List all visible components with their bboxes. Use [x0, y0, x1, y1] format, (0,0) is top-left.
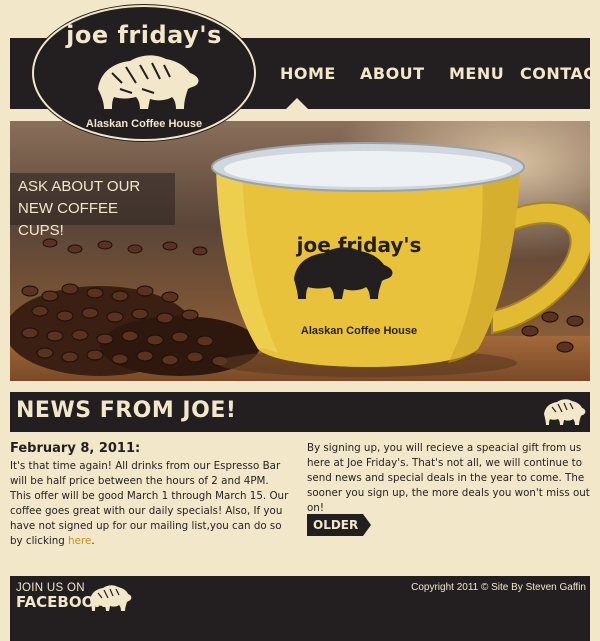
- bear-icon[interactable]: [88, 582, 132, 612]
- page: joe friday's Alaskan Coffee House HOME A…: [0, 0, 600, 641]
- news-title: NEWS FROM JOE!: [16, 398, 237, 423]
- site-logo[interactable]: joe friday's Alaskan Coffee House: [32, 5, 256, 141]
- post-date: February 8, 2011:: [10, 441, 141, 456]
- bear-icon: [98, 55, 199, 109]
- hero-caption: ASK ABOUT OUR NEW COFFEE CUPS!: [10, 173, 175, 239]
- nav-active-indicator: [286, 98, 308, 109]
- hero-caption-line1: ASK ABOUT OUR: [18, 178, 141, 195]
- post-end: .: [91, 535, 95, 547]
- cup-logo-subtitle: Alaskan Coffee House: [300, 325, 418, 337]
- nav-menu[interactable]: MENU: [449, 64, 504, 83]
- news-aside: By signing up, you will recieve a speaci…: [307, 441, 591, 516]
- nav-contact[interactable]: CONTACT: [520, 64, 600, 83]
- bear-icon: [544, 399, 586, 425]
- signup-link[interactable]: here: [68, 535, 91, 547]
- logo-subtitle: Alaskan Coffee House: [85, 118, 203, 130]
- post-body: It's that time again! All drinks from ou…: [10, 459, 290, 549]
- news-header: NEWS FROM JOE!: [10, 392, 590, 432]
- signup-promo-text: By signing up, you will recieve a speaci…: [307, 442, 590, 514]
- hero-banner[interactable]: ASK ABOUT OUR NEW COFFEE CUPS! joe frida…: [10, 121, 590, 381]
- news-post: February 8, 2011: It's that time again! …: [10, 441, 290, 549]
- nav-home[interactable]: HOME: [280, 64, 336, 83]
- footer: JOIN US ON FACEBOOK Copyright 2011 © Sit…: [10, 576, 590, 641]
- hero-caption-line2: NEW COFFEE CUPS!: [18, 200, 118, 239]
- older-posts-button[interactable]: OLDER: [307, 514, 371, 536]
- nav-about[interactable]: ABOUT: [360, 64, 425, 83]
- post-text: It's that time again! All drinks from ou…: [10, 460, 289, 547]
- copyright-text: Copyright 2011 © Site By Steven Gaffin: [411, 582, 586, 593]
- cup-logo-title: joe friday's: [296, 233, 422, 257]
- logo-title: joe friday's: [66, 21, 222, 49]
- main-nav: HOME ABOUT MENU CONTACT: [260, 38, 600, 109]
